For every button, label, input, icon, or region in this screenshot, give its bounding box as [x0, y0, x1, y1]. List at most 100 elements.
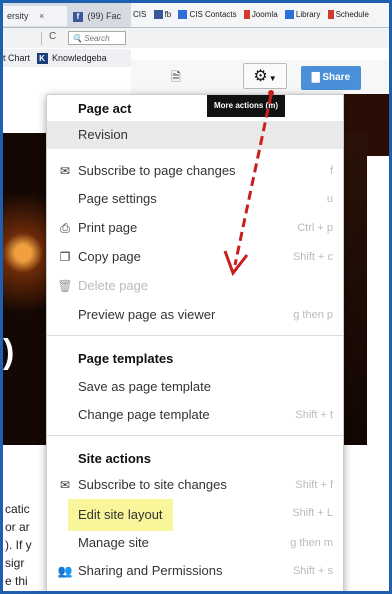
menu-item-delete-page: 🗑 Delete page	[47, 272, 343, 300]
text-line: sigr	[5, 556, 25, 570]
search-placeholder: Search	[84, 34, 110, 43]
menu-item-label: Edit site layout	[68, 499, 173, 531]
menu-item-edit-site-layout[interactable]: Edit site layout Shift + L	[47, 499, 343, 531]
mail-icon: ✉	[59, 164, 71, 178]
menu-item-label: Subscribe to page changes	[78, 163, 236, 178]
chevron-down-icon: ▼	[268, 74, 277, 83]
menu-item-manage-site[interactable]: Manage site g then m	[47, 529, 343, 557]
menu-item-revision[interactable]: Revision	[47, 121, 343, 149]
menu-item-shortcut: Shift + f	[295, 479, 333, 491]
print-icon: ⎙	[60, 221, 70, 235]
text-line: e thi	[5, 574, 28, 588]
text-line: or ar	[5, 520, 30, 534]
facebook-icon	[153, 10, 163, 20]
bookmark-chart[interactable]: t Chart	[3, 53, 30, 63]
bookmark-library[interactable]: Library	[284, 10, 321, 20]
browser-tab[interactable]: ersity ×	[3, 6, 67, 26]
menu-item-label: Print page	[78, 220, 138, 235]
menu-item-page-settings[interactable]: Page settings u	[47, 185, 343, 213]
toolbar-divider	[41, 32, 42, 45]
text-line: catic	[5, 502, 30, 516]
menu-heading-page-templates: Page templates	[47, 345, 343, 373]
reload-icon[interactable]: C	[49, 31, 56, 42]
bookmarks-bar: CIS fb CIS Contacts Joomla Library Sched…	[131, 3, 389, 27]
trash-icon: 🗑	[57, 279, 73, 293]
menu-heading-site-actions: Site actions	[47, 445, 343, 473]
menu-item-print-page[interactable]: ⎙ Print page Ctrl + p	[47, 214, 343, 242]
menu-item-label: Revision	[78, 127, 128, 142]
bookmark-label: Joomla	[251, 10, 278, 19]
menu-heading-page-act: Page act	[47, 95, 343, 123]
menu-item-label: Page templates	[78, 351, 174, 366]
more-actions-tooltip: More actions (m)	[207, 95, 285, 117]
new-page-icon[interactable]: 🗎	[163, 66, 189, 88]
menu-item-shortcut: Shift + c	[292, 251, 333, 263]
grid-icon	[178, 10, 188, 20]
knowledgebase-icon: K	[36, 53, 48, 65]
menu-item-subscribe-to-page-changes[interactable]: ✉ Subscribe to page changes f	[47, 157, 343, 185]
menu-item-save-as-page-template[interactable]: Save as page template	[47, 373, 343, 401]
menu-item-preview-page-as-viewer[interactable]: Preview page as viewer g then p	[47, 301, 343, 329]
menu-item-label: Sharing and Permissions	[78, 563, 223, 578]
bookmark-knowledgebase[interactable]: Knowledgeba	[52, 53, 107, 63]
joomla-icon	[243, 10, 250, 20]
menu-item-shortcut: Shift + s	[292, 565, 333, 577]
menu-item-label: Preview page as viewer	[78, 307, 216, 322]
menu-item-label: Copy page	[78, 249, 141, 264]
browser-toolbar: C 🔍 Search	[3, 28, 389, 48]
share-icon: ▇	[311, 72, 320, 83]
add-user-icon: 👥	[57, 564, 73, 578]
menu-item-label: Delete page	[78, 278, 149, 293]
bookmark-label: CIS Contacts	[189, 10, 237, 19]
tab-title: (99) Fac	[87, 11, 122, 21]
copy-icon: ❐	[59, 250, 71, 264]
menu-item-sharing-and-permissions[interactable]: 👥 Sharing and Permissions Shift + s	[47, 557, 343, 585]
bookmark-label: Library	[295, 10, 321, 19]
menu-item-change-page-template[interactable]: Change page template Shift + t	[47, 401, 343, 429]
bookmarks-bar-left: t Chart K Knowledgeba	[3, 49, 131, 67]
tab-title: ersity	[7, 11, 29, 21]
browser-tab-bar: ersity × f (99) Fac CIS fb CIS Contacts …	[3, 3, 389, 28]
bookmark-cis[interactable]: CIS	[133, 10, 146, 19]
page-body-text: catic or ar ). If y sigr e thi	[5, 500, 32, 590]
bookmark-label: fb	[164, 10, 172, 19]
screenshot-frame: ersity × f (99) Fac CIS fb CIS Contacts …	[0, 0, 392, 594]
menu-item-label: Page act	[78, 101, 132, 116]
menu-divider	[47, 335, 343, 336]
menu-item-label: Site actions	[78, 451, 151, 466]
more-actions-button[interactable]: ⚙▼	[243, 63, 287, 89]
bookmark-label: Schedule	[335, 10, 369, 19]
menu-item-label: Page settings	[78, 191, 157, 206]
menu-item-label: Save as page template	[78, 379, 211, 394]
menu-item-shortcut: g then p	[293, 309, 333, 321]
share-button[interactable]: ▇ Share	[301, 66, 361, 90]
menu-item-shortcut: f	[329, 165, 333, 177]
page-toolbar: 🗎 ⚙▼ ▇ Share	[131, 60, 389, 95]
tab-close-icon[interactable]: ×	[39, 11, 44, 21]
menu-item-shortcut: Ctrl + p	[297, 222, 333, 234]
menu-item-shortcut: g then m	[290, 537, 333, 549]
facebook-icon: f	[73, 11, 83, 22]
share-label: Share	[322, 72, 351, 83]
menu-item-copy-page[interactable]: ❐ Copy page Shift + c	[47, 243, 343, 271]
bookmark-joomla[interactable]: Joomla	[243, 10, 278, 20]
mail-icon: ✉	[59, 478, 71, 492]
menu-item-subscribe-to-site-changes[interactable]: ✉ Subscribe to site changes Shift + f	[47, 471, 343, 499]
text-line: ). If y	[5, 538, 32, 552]
gear-icon: ⚙	[253, 68, 268, 85]
hero-image	[3, 133, 51, 445]
bookmark-schedule[interactable]: Schedule	[327, 10, 369, 20]
menu-divider	[47, 435, 343, 436]
more-actions-menu: Page act Revision ✉ Subscribe to page chang…	[46, 94, 344, 591]
bookmark-fb[interactable]: fb	[153, 10, 172, 20]
menu-item-shortcut: Shift + t	[295, 409, 333, 421]
menu-item-label: Change page template	[78, 407, 210, 422]
schedule-icon	[327, 10, 334, 20]
menu-item-shortcut: u	[326, 193, 333, 205]
bookmark-cis-contacts[interactable]: CIS Contacts	[178, 10, 237, 20]
hero-glyph: )	[3, 333, 15, 371]
menu-item-label: Manage site	[78, 535, 149, 550]
browser-tab-facebook[interactable]: f (99) Fac	[73, 6, 129, 26]
search-input[interactable]: 🔍 Search	[68, 31, 126, 45]
library-icon	[284, 10, 294, 20]
